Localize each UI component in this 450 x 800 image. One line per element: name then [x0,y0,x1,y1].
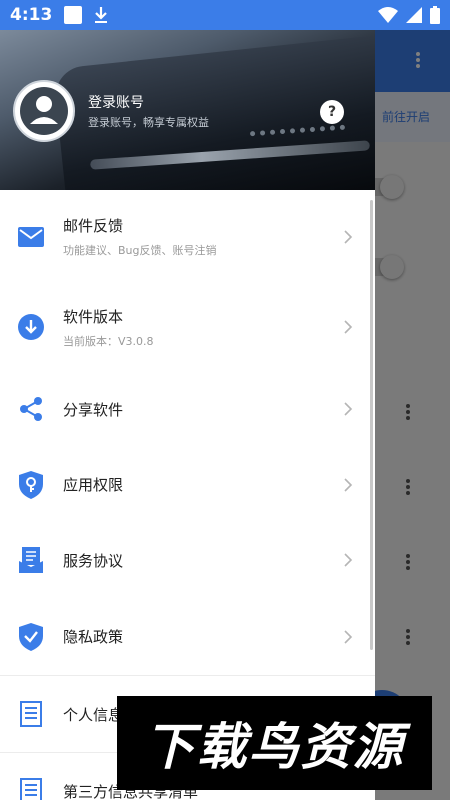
menu-item-title: 服务协议 [63,551,124,570]
notification-icon [64,6,83,24]
wifi-icon [378,7,398,23]
chevron-right-icon [344,229,353,244]
shield-check-icon [17,622,45,651]
menu-item-service-agreement[interactable]: 服务协议 [0,522,375,598]
menu-item-share[interactable]: 分享软件 [0,371,375,447]
menu-item-title: 隐私政策 [63,628,124,646]
menu-item-title: 分享软件 [63,400,124,419]
scrollbar[interactable] [370,200,373,650]
agreement-icon [17,546,45,574]
share-icon [17,395,45,423]
drawer-header: 登录账号 登录账号，畅享专属权益 ? [0,30,375,190]
menu-item-title: 邮件反馈 [63,217,124,235]
menu-item-subtitle: 当前版本：V3.0.8 [63,334,154,348]
chevron-right-icon [344,553,353,567]
status-time: 4:13 [10,5,53,25]
menu-item-software-version[interactable]: 软件版本 当前版本：V3.0.8 [0,283,375,371]
download-notification-icon [95,7,108,23]
login-title[interactable]: 登录账号 [88,92,144,112]
signal-icon [406,7,422,23]
watermark: 下载鸟资源 [117,696,432,790]
navigation-drawer: 登录账号 登录账号，畅享专属权益 ? 邮件反馈 功能建议、Bug反馈、账号注销 … [0,30,375,800]
chevron-right-icon [344,477,353,492]
chevron-right-icon [344,629,353,644]
chevron-right-icon [344,320,353,334]
menu-item-title: 应用权限 [63,476,124,494]
menu-item-privacy-policy[interactable]: 隐私政策 [0,598,375,675]
menu-item-title: 软件版本 [63,307,124,326]
shield-key-icon [17,470,45,499]
menu-item-app-permissions[interactable]: 应用权限 [0,447,375,522]
chevron-right-icon [344,402,353,416]
help-button[interactable]: ? [320,100,344,124]
mail-icon [17,223,45,251]
menu-item-subtitle: 功能建议、Bug反馈、账号注销 [63,244,217,257]
battery-icon [430,6,440,24]
download-circle-icon [17,313,45,341]
menu-item-email-feedback[interactable]: 邮件反馈 功能建议、Bug反馈、账号注销 [0,190,375,283]
login-subtitle: 登录账号，畅享专属权益 [88,116,209,129]
document-icon [17,700,45,728]
document-icon [17,777,45,800]
avatar[interactable] [13,80,75,142]
status-bar: 4:13 [0,0,450,30]
